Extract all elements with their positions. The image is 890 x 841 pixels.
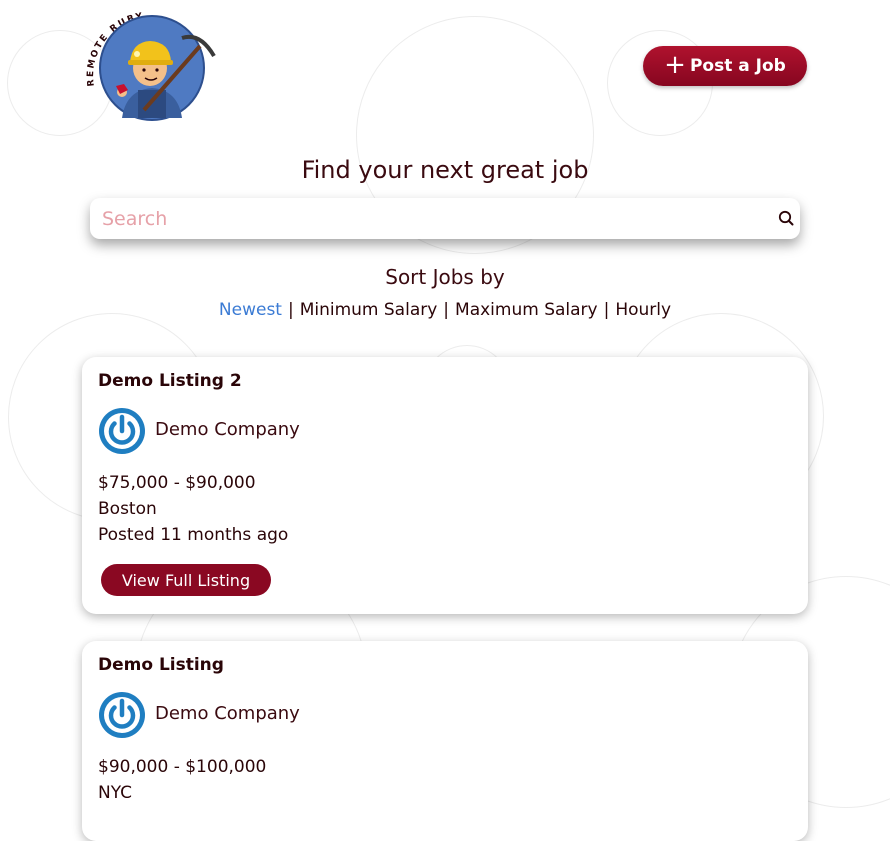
- job-listing-card: Demo Listing 2 Demo Company $75,000 - $9…: [82, 357, 808, 614]
- remote-ruby-logo[interactable]: REMOTE RUBY: [82, 6, 220, 124]
- search-input[interactable]: [90, 198, 762, 239]
- sort-separator: |: [603, 300, 610, 320]
- power-icon: [99, 408, 145, 454]
- salary-range: $75,000 - $90,000: [98, 473, 256, 493]
- sort-title: Sort Jobs by: [385, 265, 505, 289]
- job-title[interactable]: Demo Listing: [98, 655, 224, 675]
- sort-option-minimum-salary[interactable]: Minimum Salary: [300, 300, 438, 320]
- power-icon: [99, 692, 145, 738]
- salary-range: $90,000 - $100,000: [98, 757, 267, 777]
- search-icon[interactable]: [778, 210, 794, 226]
- plus-icon: +: [664, 49, 686, 80]
- posted-time: Posted 11 months ago: [98, 525, 289, 545]
- job-listing-card: Demo Listing Demo Company $90,000 - $100…: [82, 641, 808, 841]
- search-bar: [90, 198, 800, 239]
- page-headline: Find your next great job: [301, 156, 589, 184]
- job-location: NYC: [98, 783, 133, 803]
- sort-separator: |: [287, 300, 294, 320]
- company-name: Demo Company: [155, 703, 300, 724]
- sort-option-maximum-salary[interactable]: Maximum Salary: [455, 300, 598, 320]
- sort-option-newest[interactable]: Newest: [219, 300, 282, 320]
- job-location: Boston: [98, 499, 157, 519]
- company-name: Demo Company: [155, 419, 300, 440]
- sort-option-hourly[interactable]: Hourly: [615, 300, 671, 320]
- sort-separator: |: [443, 300, 450, 320]
- view-full-listing-button[interactable]: View Full Listing: [101, 564, 271, 596]
- post-a-job-label: Post a Job: [689, 56, 786, 76]
- sort-options: Newest | Minimum Salary | Maximum Salary | Hou…: [0, 300, 890, 320]
- post-a-job-button[interactable]: + Post a Job: [643, 46, 807, 86]
- job-title[interactable]: Demo Listing 2: [98, 371, 242, 391]
